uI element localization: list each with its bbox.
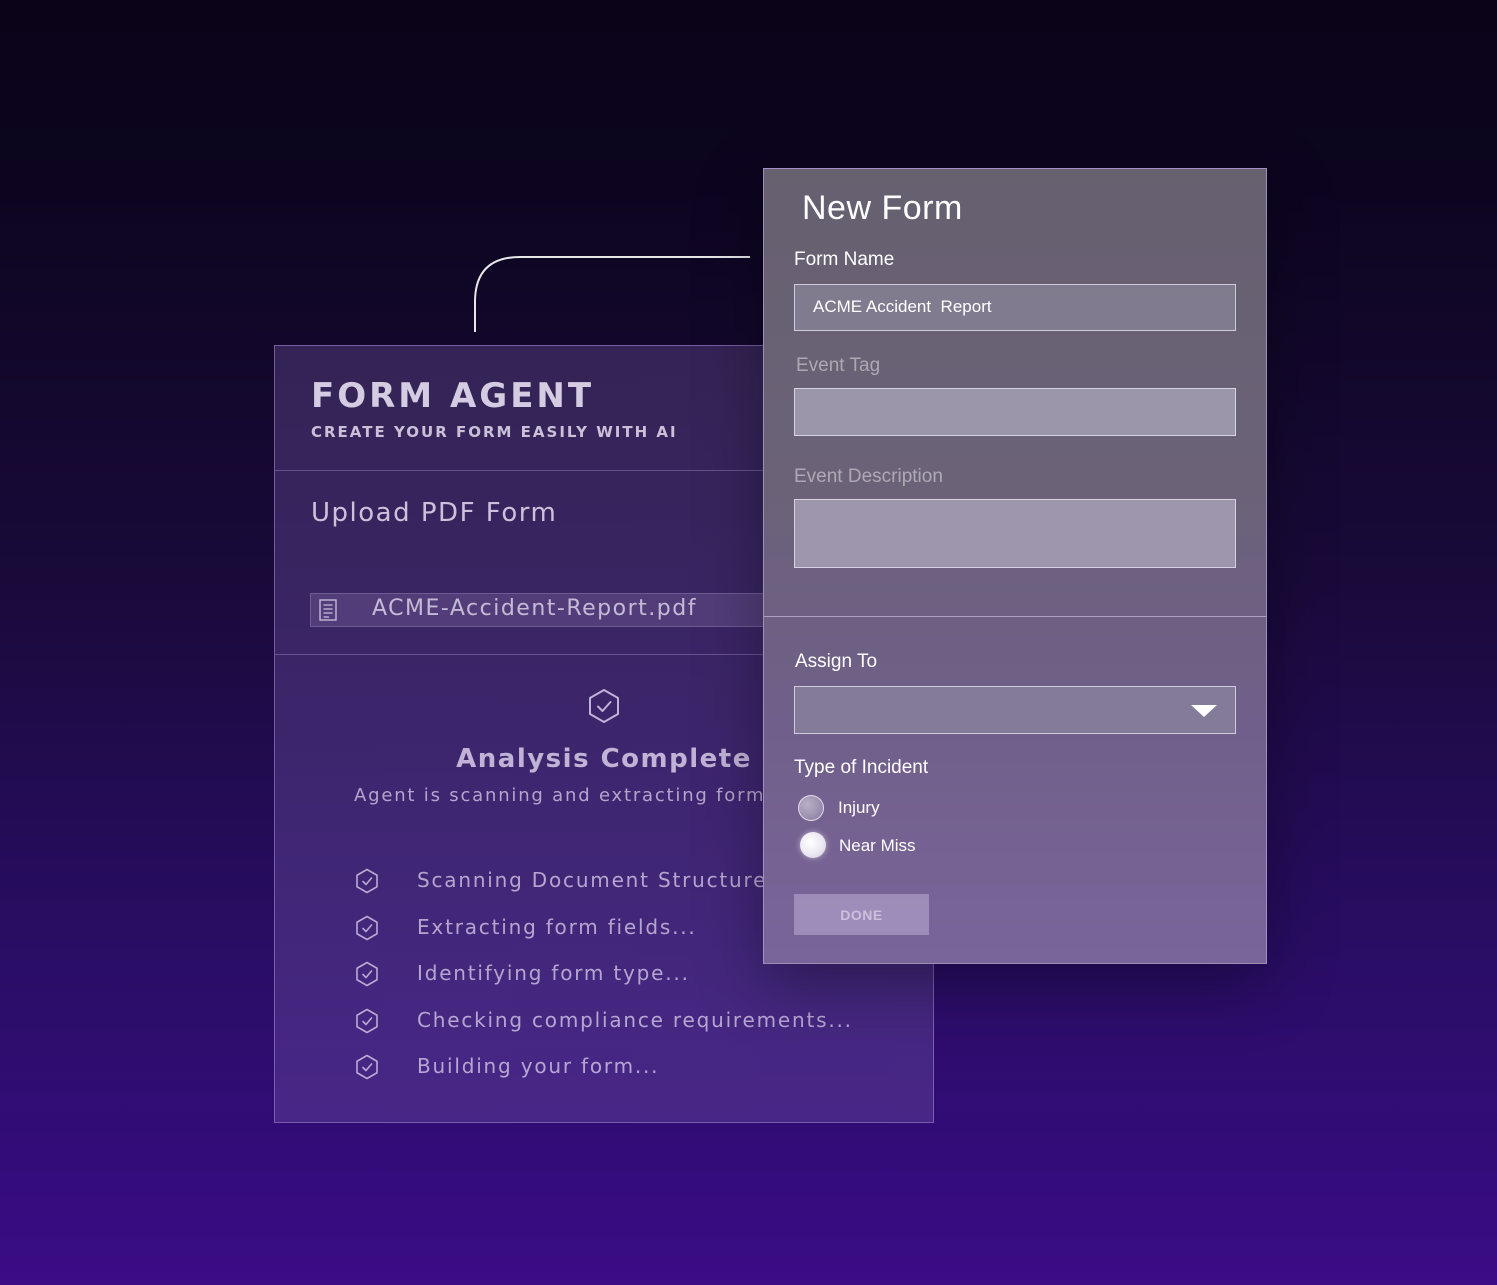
injury-radio[interactable]	[798, 795, 824, 821]
form-name-label: Form Name	[794, 249, 895, 270]
step-label: Scanning Document Structure	[417, 868, 768, 892]
near-miss-label[interactable]: Near Miss	[839, 836, 916, 856]
event-tag-label: Event Tag	[796, 355, 881, 376]
event-description-input[interactable]	[794, 499, 1236, 568]
form-title: New Form	[802, 189, 963, 227]
check-hexagon-icon	[589, 689, 619, 723]
injury-label[interactable]: Injury	[838, 798, 880, 818]
file-name: ACME-Accident-Report.pdf	[372, 596, 697, 621]
step-label: Checking compliance requirements...	[417, 1007, 853, 1032]
check-hexagon-icon	[356, 1054, 378, 1080]
event-description-label: Event Description	[794, 466, 943, 487]
connector-line	[474, 256, 750, 332]
check-hexagon-icon	[356, 1008, 378, 1033]
near-miss-radio[interactable]	[800, 832, 826, 858]
step-label: Extracting form fields...	[417, 914, 697, 939]
done-button[interactable]: DONE	[794, 894, 929, 935]
step-label: Building your form...	[417, 1054, 660, 1078]
assign-to-label: Assign To	[795, 651, 878, 672]
analysis-subtitle: Agent is scanning and extracting form s	[354, 785, 785, 806]
uploaded-file[interactable]: ACME-Accident-Report.pdf	[310, 593, 772, 627]
check-hexagon-icon	[356, 915, 378, 940]
agent-title: FORM AGENT	[311, 376, 595, 416]
check-hexagon-icon	[356, 868, 378, 894]
agent-subtitle: CREATE YOUR FORM EASILY WITH AI	[311, 423, 678, 441]
incident-type-label: Type of Incident	[794, 757, 929, 778]
form-name-value: ACME Accident Report	[813, 297, 992, 316]
check-hexagon-icon	[356, 961, 378, 987]
document-icon	[319, 599, 337, 621]
upload-title: Upload PDF Form	[311, 498, 558, 528]
form-divider	[764, 616, 1266, 617]
new-form-panel: New Form Form Name ACME Accident Report …	[763, 168, 1267, 964]
event-tag-input[interactable]	[794, 388, 1236, 436]
assign-to-select[interactable]	[794, 686, 1236, 734]
chevron-down-icon[interactable]	[1191, 705, 1217, 717]
form-name-input[interactable]: ACME Accident Report	[794, 284, 1236, 331]
step-label: Identifying form type...	[417, 961, 690, 985]
